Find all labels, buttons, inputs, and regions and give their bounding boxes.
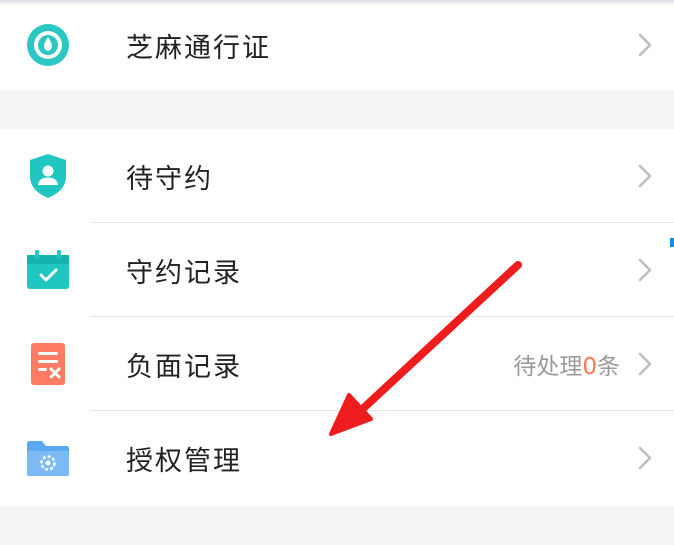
status-count: 0: [582, 354, 597, 380]
chevron-right-icon: [636, 444, 654, 472]
folder-gear-icon: [24, 434, 72, 482]
row-negative-record[interactable]: 负面记录 待处理0条: [0, 317, 674, 411]
pending-status: 待处理0条: [513, 347, 620, 381]
shield-user-icon: [24, 152, 72, 200]
row-label: 授权管理: [126, 445, 242, 477]
row-label: 芝麻通行证: [126, 32, 271, 64]
chevron-right-icon: [636, 162, 654, 190]
row-promise-record[interactable]: 守约记录: [0, 223, 674, 317]
row-label: 待守约: [126, 163, 213, 195]
row-zhima-pass[interactable]: 芝麻通行证: [0, 0, 674, 90]
section-records: 待守约 守约记录 负面记录 待处理0条 授权管理: [0, 129, 674, 506]
row-label: 守约记录: [126, 257, 242, 289]
edge-indicator: [670, 238, 674, 247]
status-prefix: 待处理: [513, 354, 583, 380]
zhima-pass-icon: [24, 21, 72, 69]
chevron-right-icon: [636, 256, 654, 284]
top-shadow: [0, 0, 674, 6]
chevron-right-icon: [636, 350, 654, 378]
section-zhima: 芝麻通行证: [0, 0, 674, 90]
row-pending-promise[interactable]: 待守约: [0, 129, 674, 223]
row-authorization[interactable]: 授权管理: [0, 411, 674, 505]
row-label: 负面记录: [126, 351, 242, 383]
calendar-check-icon: [24, 246, 72, 294]
chevron-right-icon: [636, 31, 654, 59]
negative-record-icon: [24, 340, 72, 388]
status-suffix: 条: [597, 354, 620, 380]
